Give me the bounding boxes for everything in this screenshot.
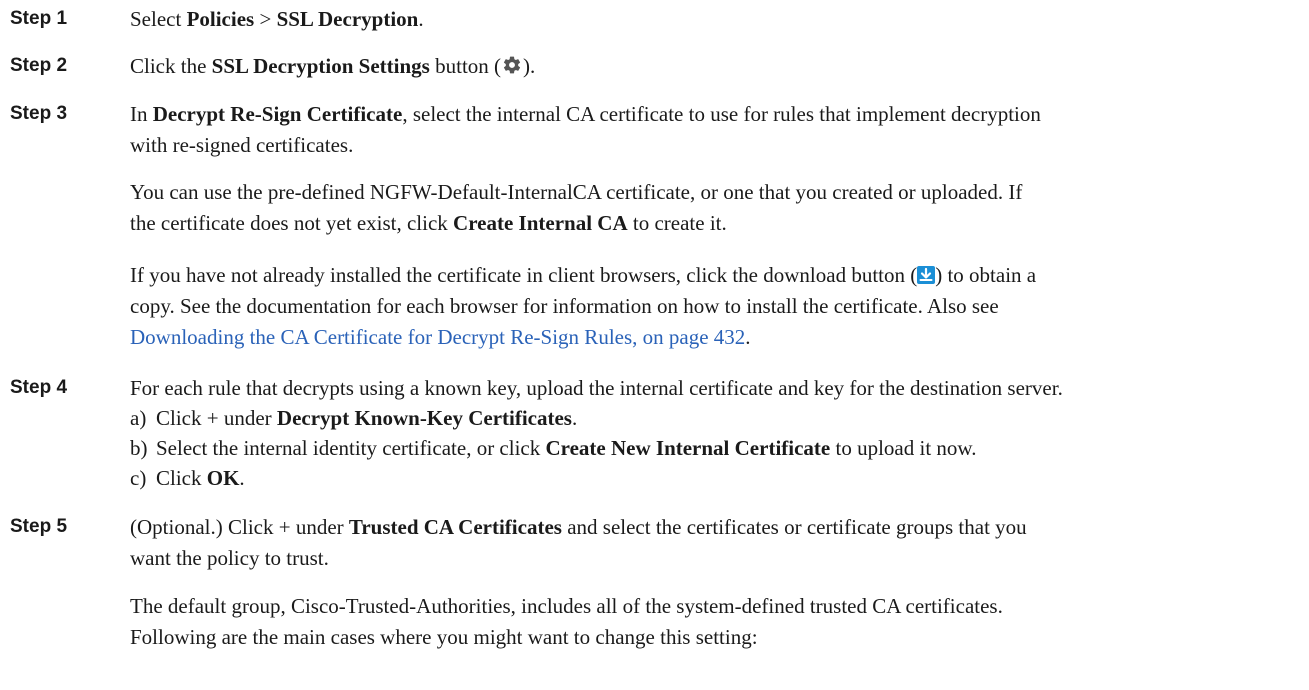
step-4-substep-a: a) Click + under Decrypt Known-Key Certif… <box>130 404 577 433</box>
substep-letter: b) <box>130 436 148 460</box>
ui-term-trusted-ca-certificates: Trusted CA Certificates <box>348 515 562 539</box>
step-2-text: Click the SSL Decryption Settings button… <box>130 52 1280 83</box>
text-segment: Click the <box>130 54 212 78</box>
ui-term-create-internal-ca: Create Internal CA <box>453 211 628 235</box>
text-segment: ) to obtain a <box>935 263 1037 287</box>
step-3-para3-line2: copy. See the documentation for each bro… <box>130 294 999 318</box>
text-segment: Click <box>156 466 207 490</box>
downloading-ca-certificate-link[interactable]: Downloading the CA Certificate for Decry… <box>130 325 745 349</box>
step-1-text: Select Policies > SSL Decryption. <box>130 5 1280 34</box>
step-3-para3-line3: Downloading the CA Certificate for Decry… <box>130 323 1280 352</box>
text-segment: the certificate does not yet exist, clic… <box>130 211 454 235</box>
text-segment: Click + under <box>156 406 277 430</box>
ui-term-decrypt-re-sign-certificate: Decrypt Re-Sign Certificate <box>152 102 403 126</box>
step-4-label: Step 4 <box>10 377 68 398</box>
text-segment: If you have not already installed the ce… <box>130 263 918 287</box>
ui-term-ssl-decryption-settings: SSL Decryption Settings <box>211 54 430 78</box>
step-3-text-line2: with re-signed certificates. <box>130 133 354 157</box>
text-segment: , select the internal CA certificate to … <box>402 102 1041 126</box>
step-3-text: In Decrypt Re-Sign Certificate, select t… <box>130 100 1280 129</box>
text-segment: . <box>418 7 424 31</box>
text-segment: to upload it now. <box>830 436 977 460</box>
text-segment: Select the internal identity certificate… <box>156 436 546 460</box>
step-5-para2-line2: Following are the main cases where you m… <box>130 625 758 649</box>
text-segment: > <box>254 7 277 31</box>
step-3-para2-line1: You can use the pre-defined NGFW-Default… <box>130 180 1023 204</box>
text-segment: to create it. <box>627 211 727 235</box>
ui-term-ok: OK <box>206 466 240 490</box>
step-3-label: Step 3 <box>10 103 68 124</box>
text-segment: . <box>571 406 578 430</box>
text-segment: Select <box>130 7 187 31</box>
step-4-substep-c: c) Click OK. <box>130 464 245 493</box>
text-segment: In <box>130 102 153 126</box>
step-5-label: Step 5 <box>10 516 68 537</box>
text-segment: and select the certificates or certifica… <box>561 515 1027 539</box>
step-5-text-line2: want the policy to trust. <box>130 546 329 570</box>
text-segment: . <box>239 466 245 490</box>
ui-term-policies: Policies <box>186 7 255 31</box>
step-1-label: Step 1 <box>10 8 68 29</box>
text-segment: ). <box>523 54 536 78</box>
ui-term-ssl-decryption: SSL Decryption <box>276 7 419 31</box>
step-5-text: (Optional.) Click + under Trusted CA Cer… <box>130 513 1280 542</box>
text-segment: . <box>745 325 751 349</box>
ui-term-decrypt-known-key-certificates: Decrypt Known-Key Certificates <box>276 406 572 430</box>
ui-term-create-new-internal-certificate: Create New Internal Certificate <box>545 436 831 460</box>
gear-icon <box>501 54 523 83</box>
step-3-para3-line1: If you have not already installed the ce… <box>130 261 1280 292</box>
text-segment: (Optional.) Click + under <box>130 515 349 539</box>
substep-letter: a) <box>130 406 147 430</box>
step-4-text: For each rule that decrypts using a know… <box>130 376 1063 400</box>
text-segment: button ( <box>429 54 502 78</box>
substep-letter: c) <box>130 466 147 490</box>
step-2-label: Step 2 <box>10 55 68 76</box>
step-5-para2-line1: The default group, Cisco-Trusted-Authori… <box>130 594 1003 618</box>
download-icon <box>917 263 936 292</box>
step-4-substep-b: b) Select the internal identity certifica… <box>130 434 976 463</box>
step-3-para2-line2: the certificate does not yet exist, clic… <box>130 209 1280 238</box>
